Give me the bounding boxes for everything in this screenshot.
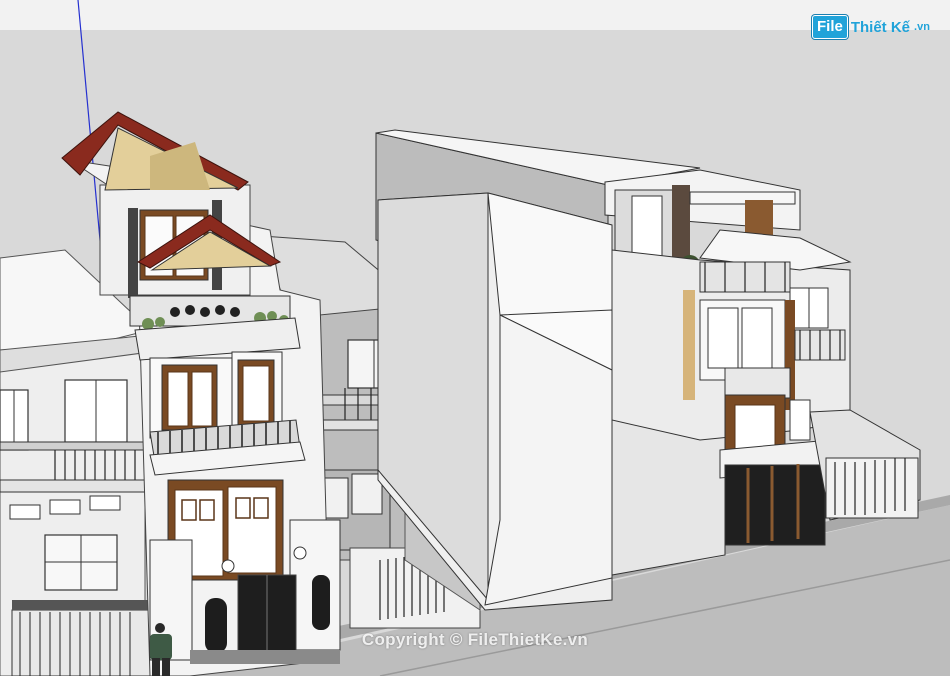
logo-tld: .vn — [914, 21, 930, 33]
logo-name: Thiết Kế — [850, 18, 911, 36]
sketchup-scene — [0, 0, 950, 676]
site-logo: File Thiết Kế .vn — [812, 12, 930, 42]
sky — [0, 0, 950, 30]
logo-mark: File — [812, 15, 848, 39]
copyright-watermark: Copyright © FileThietKe.vn — [361, 630, 589, 649]
